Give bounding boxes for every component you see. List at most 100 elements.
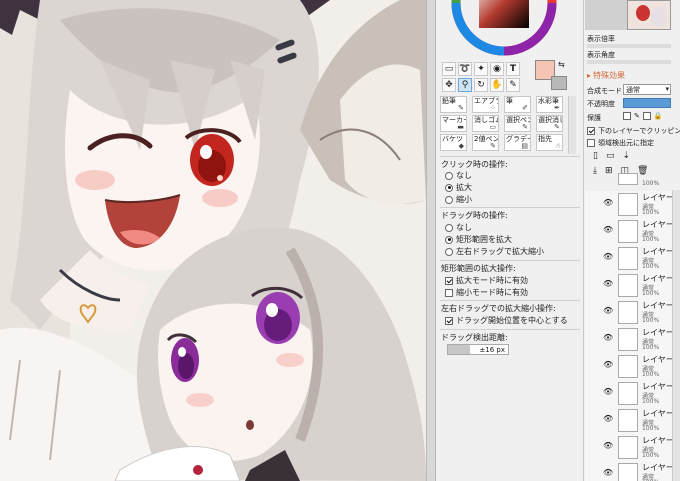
click-zoomout-radio[interactable]: 縮小: [445, 194, 472, 205]
layer-row[interactable]: 👁レイヤー 30通常100%: [585, 326, 680, 354]
brush-protect-icon: ✎: [634, 112, 640, 120]
eye-icon[interactable]: 👁: [603, 333, 613, 342]
layer-opacity: 100%: [642, 236, 660, 243]
swap-colors-icon[interactable]: ⇆: [558, 60, 565, 69]
layer-row[interactable]: 👁レイヤー 35通常100%: [585, 380, 680, 408]
angle-slider[interactable]: [587, 60, 671, 64]
radio-icon: [445, 183, 453, 192]
brush-icon: ☝: [555, 142, 560, 150]
eye-icon[interactable]: 👁: [603, 225, 613, 234]
layer-row[interactable]: 👁レイヤー 33通常100%: [585, 434, 680, 462]
eye-icon[interactable]: 👁: [603, 360, 613, 369]
trash-icon[interactable]: 🗑: [637, 166, 648, 176]
lr-center-checkbox[interactable]: ドラッグ開始位置を中心とする: [445, 315, 568, 326]
layer-name-text: レイヤー: [642, 355, 674, 364]
new-layer-icon[interactable]: ▯: [593, 151, 598, 161]
layer-row[interactable]: 👁レイヤー 27通常100%: [585, 218, 680, 246]
brush-slot[interactable]: 鉛筆 ✎: [440, 96, 467, 113]
blend-mode-select[interactable]: 通常 ▾: [623, 84, 671, 95]
clipping-checkbox[interactable]: 下のレイヤーでクリッピング: [587, 126, 680, 136]
click-none-radio[interactable]: なし: [445, 170, 472, 181]
brush-slot[interactable]: 選択消し✎: [536, 115, 563, 132]
brush-slot[interactable]: 選択ペン✎: [504, 115, 531, 132]
chevron-down-icon: ▾: [665, 85, 669, 93]
drag-lr-radio[interactable]: 左右ドラッグで拡大縮小: [445, 246, 544, 257]
layer-row[interactable]: 👁レイヤー 28通常100%: [585, 461, 680, 481]
eye-icon[interactable]: 👁: [603, 441, 613, 450]
color-wheel[interactable]: [451, 0, 557, 56]
brush-slot[interactable]: 2値ペン ✎: [472, 134, 499, 151]
brush-scrollbar[interactable]: [568, 96, 576, 154]
new-folder-icon[interactable]: ▭: [606, 151, 615, 161]
layer-row[interactable]: 👁レイヤー 16通常100%: [585, 191, 680, 219]
layer-row[interactable]: 👁レイヤー 29通常100%: [585, 245, 680, 273]
drag-rect-radio[interactable]: 矩形範囲を拡大: [445, 234, 512, 245]
distance-slider[interactable]: ±16 px: [447, 344, 509, 355]
eye-icon[interactable]: 👁: [603, 279, 613, 288]
drawing-canvas[interactable]: [0, 0, 426, 481]
eye-icon[interactable]: 👁: [603, 468, 613, 477]
brush-icon: ✎: [458, 104, 464, 112]
distance-section-title: ドラッグ検出距離:: [441, 333, 508, 342]
move-tool[interactable]: ✥: [442, 78, 456, 92]
brush-slot[interactable]: 水彩筆 ✒: [536, 96, 563, 113]
merge-down-icon[interactable]: ⇣: [622, 151, 630, 161]
layer-name-text: レイヤー: [642, 301, 674, 310]
brush-slot[interactable]: グラデー▤: [504, 134, 531, 151]
rotate-tool[interactable]: ↻: [474, 78, 488, 92]
zoom-slider[interactable]: [587, 44, 671, 48]
magic-wand-tool[interactable]: ✦: [474, 62, 488, 76]
eye-icon[interactable]: 👁: [603, 387, 613, 396]
area-source-checkbox[interactable]: 領域検出元に指定: [587, 138, 654, 148]
layer-row[interactable]: 👁レイヤー 36通常100%: [585, 353, 680, 381]
background-color-swatch[interactable]: [551, 76, 567, 90]
layer-actions-row1: ▯ ▭ ⇣: [593, 151, 630, 161]
zoom-tool[interactable]: ⚲: [458, 78, 472, 92]
text-tool[interactable]: T: [506, 62, 520, 76]
checkbox-icon: [587, 139, 595, 147]
layer-row[interactable]: 👁レイヤー 32通常100%: [585, 272, 680, 300]
navigator-thumbnail[interactable]: [627, 0, 671, 30]
top-layer-opacity: 100%: [642, 180, 660, 187]
layer-scrollbar[interactable]: [672, 190, 680, 481]
protect-checkbox[interactable]: [623, 112, 631, 120]
panel-splitter[interactable]: [426, 0, 436, 481]
eye-icon[interactable]: 👁: [603, 306, 613, 315]
thumb-figure: [652, 7, 666, 27]
rotate-icon: ↻: [477, 79, 485, 90]
transfer-down-icon[interactable]: ⤓: [593, 166, 597, 176]
click-zoomin-radio[interactable]: 拡大: [445, 182, 472, 193]
rect-select-tool[interactable]: ▭: [442, 62, 456, 76]
eye-icon[interactable]: 👁: [603, 414, 613, 423]
brush-slot[interactable]: エアブラシ⁘: [472, 96, 499, 113]
top-layer-thumb[interactable]: [618, 173, 638, 185]
lasso-tool[interactable]: ➰: [458, 62, 472, 76]
brush-slot[interactable]: 指先 ☝: [536, 134, 563, 151]
special-effects-toggle[interactable]: ▸ 特殊効果: [587, 70, 625, 81]
artwork-illustration: [0, 0, 426, 481]
select-fill-tool[interactable]: ◉: [490, 62, 504, 76]
layer-name-text: レイヤー: [642, 193, 674, 202]
eye-icon[interactable]: 👁: [603, 198, 613, 207]
protect-toggles: ✎ 🔒: [623, 112, 663, 120]
rect-zoomin-checkbox[interactable]: 拡大モード時に有効: [445, 275, 528, 286]
eyedropper-tool[interactable]: ✎: [506, 78, 520, 92]
radio-icon: [445, 223, 453, 232]
drag-none-radio[interactable]: なし: [445, 222, 472, 233]
eye-icon[interactable]: 👁: [603, 252, 613, 261]
layer-row[interactable]: 👁レイヤー 31通常100%: [585, 299, 680, 327]
rect-zoomout-checkbox[interactable]: 縮小モード時に有効: [445, 287, 528, 298]
opacity-slider[interactable]: [623, 98, 671, 108]
brush-slot[interactable]: 消しゴム▭: [472, 115, 499, 132]
layer-opacity: 100%: [642, 344, 660, 351]
hand-tool[interactable]: ✋: [490, 78, 504, 92]
brush-slot[interactable]: バケツ ◆: [440, 134, 467, 151]
layer-opacity: 100%: [642, 371, 660, 378]
merge-icon[interactable]: ⊞: [605, 166, 613, 176]
protect-checkbox[interactable]: [642, 112, 651, 120]
layer-opacity: 100%: [642, 263, 660, 270]
special-effects-label: 特殊効果: [593, 71, 626, 80]
layer-row[interactable]: 👁レイヤー 34通常100%: [585, 407, 680, 435]
brush-slot[interactable]: 筆 ✐: [504, 96, 531, 113]
brush-slot[interactable]: マーカー▬: [440, 115, 467, 132]
